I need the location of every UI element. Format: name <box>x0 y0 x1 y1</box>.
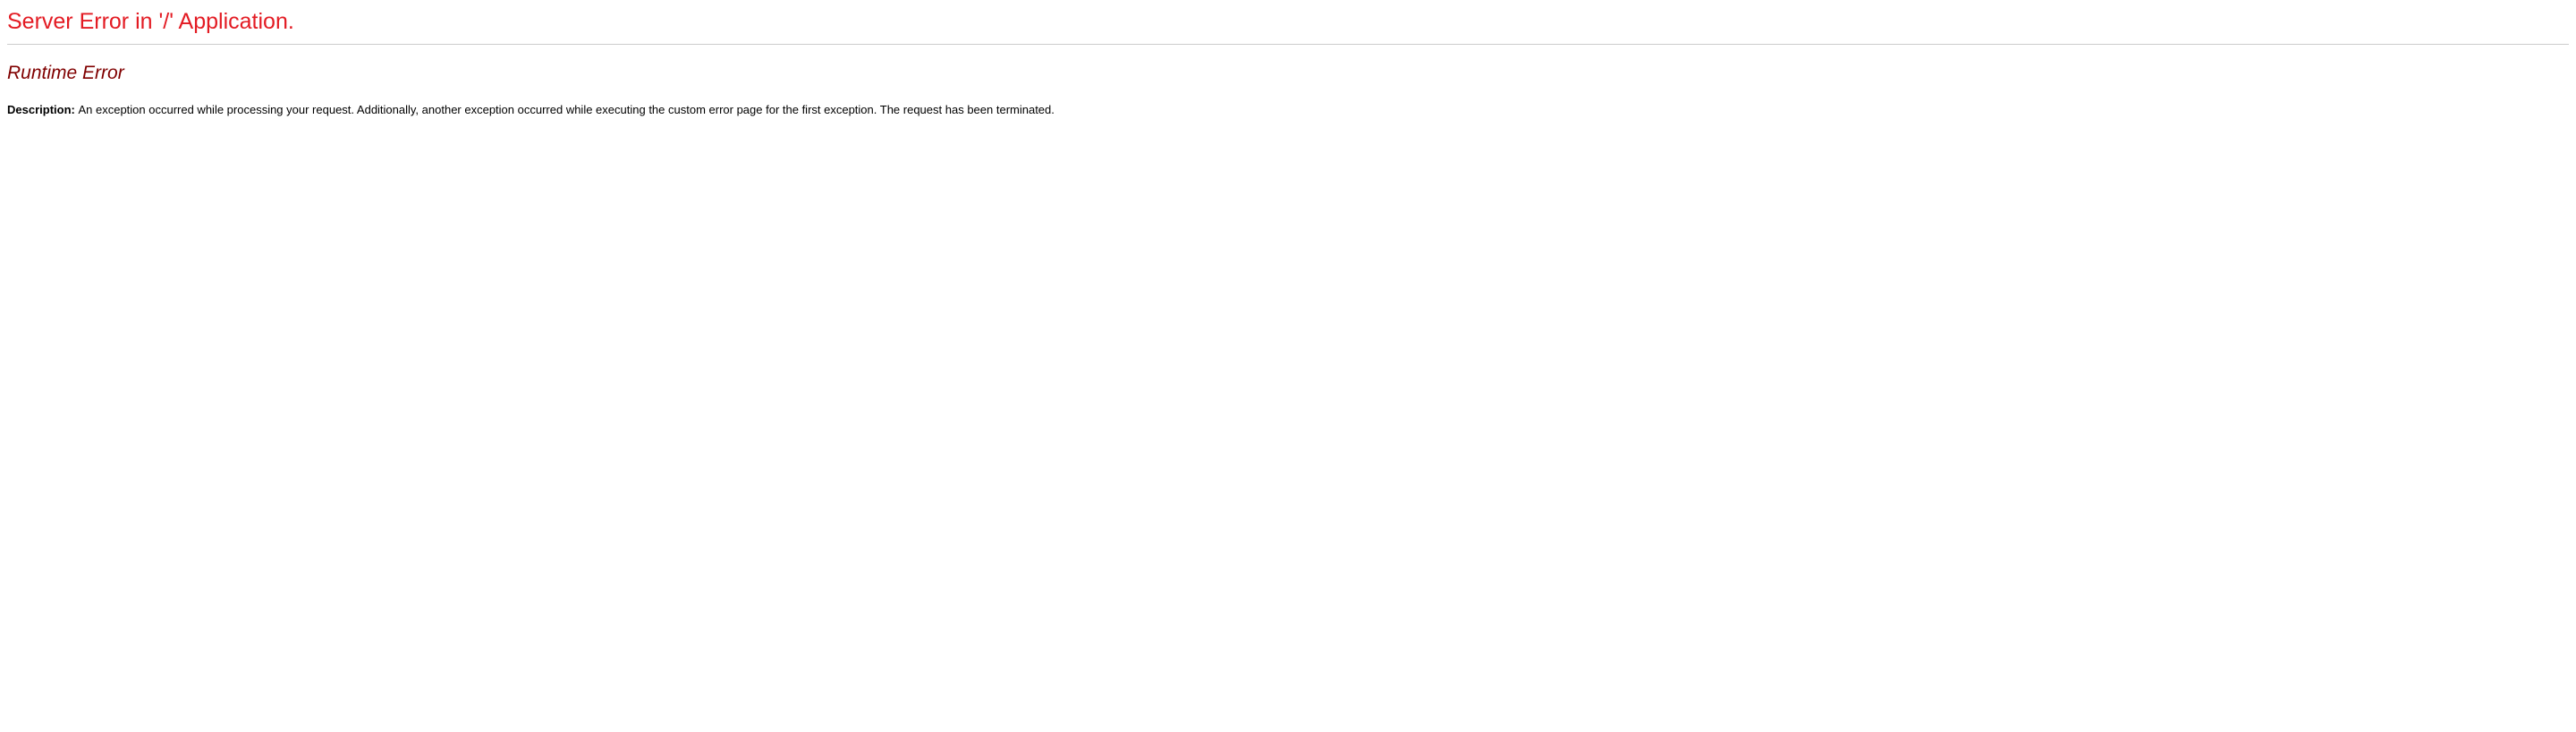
description-label: Description: <box>7 103 78 116</box>
server-error-title: Server Error in '/' Application. <box>7 7 2569 35</box>
runtime-error-heading: Runtime Error <box>7 63 2569 84</box>
divider <box>7 44 2569 45</box>
description-text: An exception occurred while processing y… <box>78 103 1054 116</box>
error-description: Description: An exception occurred while… <box>7 102 2569 118</box>
